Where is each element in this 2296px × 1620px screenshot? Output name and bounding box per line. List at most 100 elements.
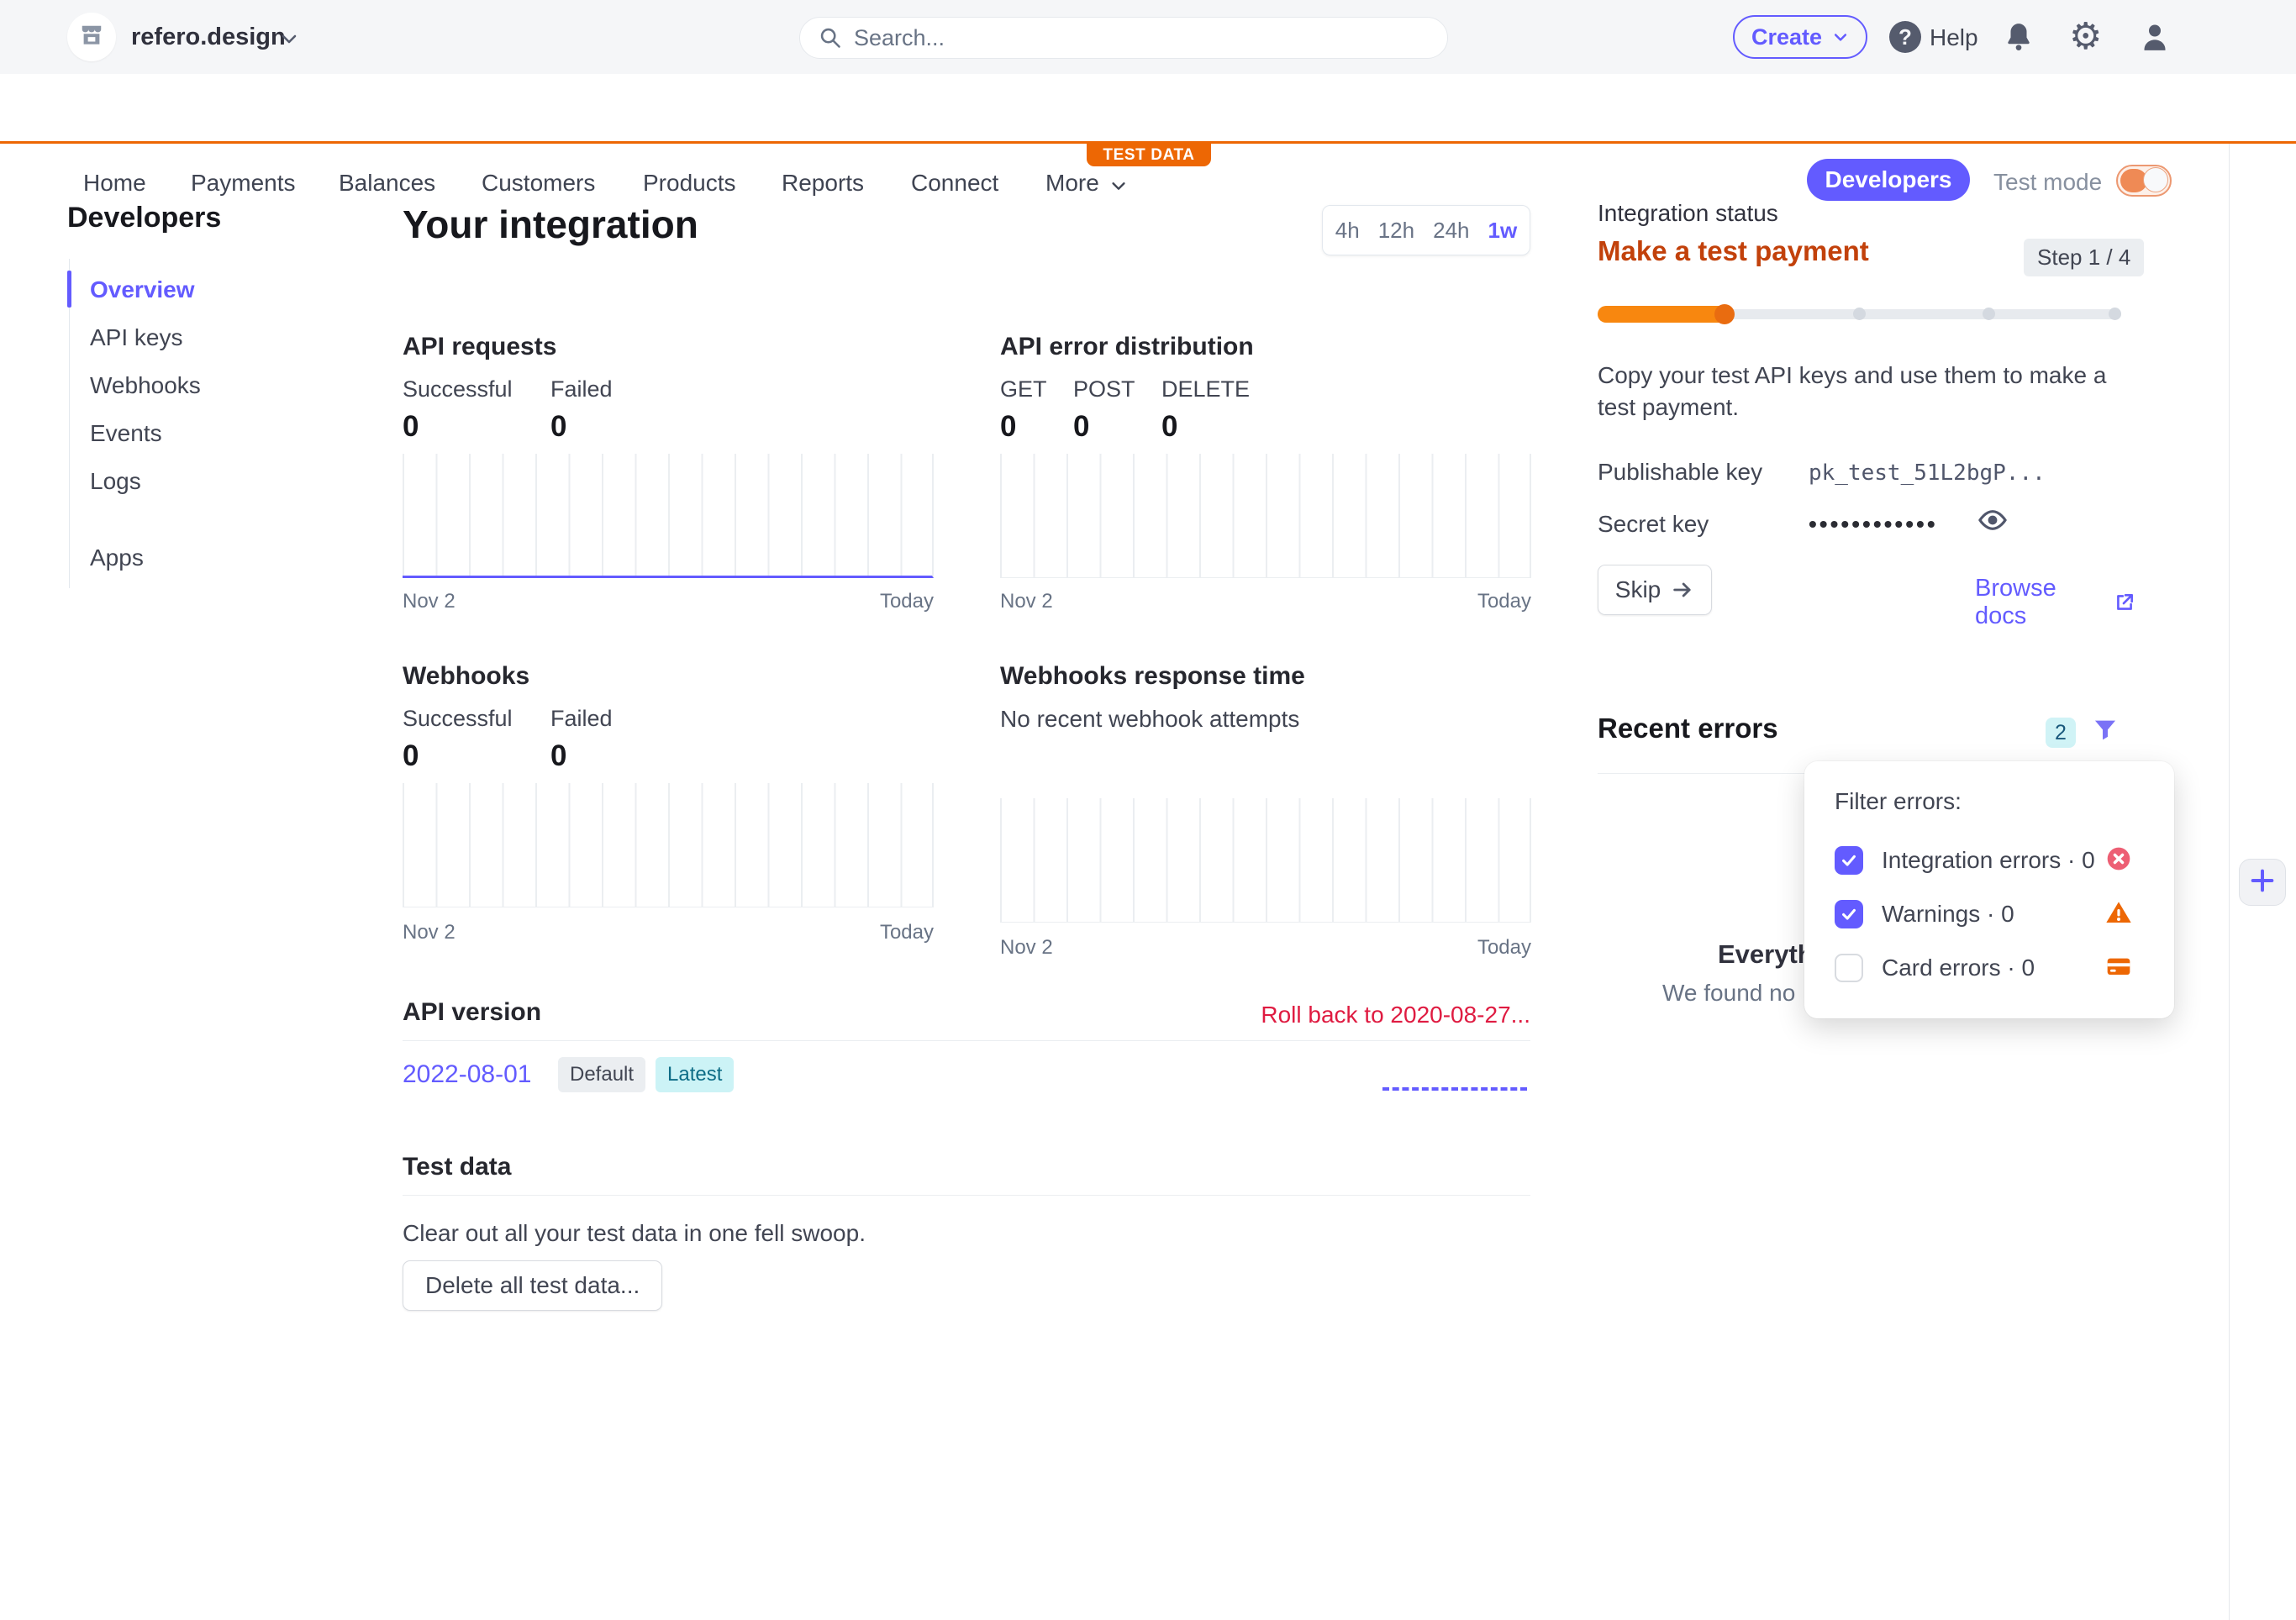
range-12h[interactable]: 12h [1378, 218, 1414, 244]
nav-item-balances[interactable]: Balances [339, 170, 435, 197]
account-name[interactable]: refero.design [131, 24, 286, 51]
create-button[interactable]: Create [1733, 15, 1867, 59]
chart-end-date: Today [1477, 590, 1531, 613]
secret-key-label: Secret key [1598, 511, 1709, 538]
metric-label: DELETE [1161, 376, 1250, 402]
browse-docs-link[interactable]: Browse docs [1975, 575, 2135, 630]
chevron-down-icon[interactable] [1109, 176, 1128, 199]
delete-test-data-label: Delete all test data... [425, 1272, 640, 1299]
filter-label: Warnings · 0 [1882, 901, 2014, 928]
integration-status-subtitle: Make a test payment [1598, 235, 1869, 267]
warning-triangle-icon [2105, 899, 2132, 930]
checkbox-checked[interactable] [1835, 846, 1863, 875]
progress-marker [2109, 308, 2121, 320]
checkbox-unchecked[interactable] [1835, 954, 1863, 982]
sidebar-item-logs[interactable]: Logs [70, 457, 339, 505]
metric-value: 0 [1073, 410, 1089, 444]
account-switcher[interactable] [67, 13, 116, 61]
storefront-icon [79, 23, 104, 52]
page-title: Your integration [403, 202, 698, 247]
sidebar-item-overview[interactable]: Overview [70, 266, 339, 313]
webhooks-response-chart [1000, 798, 1531, 923]
reveal-eye-icon[interactable] [1977, 504, 2009, 540]
range-4h[interactable]: 4h [1335, 218, 1360, 244]
default-badge: Default [558, 1057, 645, 1092]
range-24h[interactable]: 24h [1433, 218, 1469, 244]
metric-label: Failed [550, 376, 613, 402]
chart-start-date: Nov 2 [403, 921, 456, 944]
api-requests-chart [403, 454, 934, 578]
test-data-description: Clear out all your test data in one fell… [403, 1220, 866, 1247]
chart-end-date: Today [880, 590, 934, 613]
integration-status-title: Integration status [1598, 200, 1778, 227]
filter-errors-popup: Filter errors: Integration errors · 0 Wa… [1804, 761, 2174, 1018]
recent-errors-count-badge: 2 [2046, 718, 2076, 748]
skip-button[interactable]: Skip [1598, 565, 1712, 615]
range-1w[interactable]: 1w [1488, 218, 1518, 244]
chart-start-date: Nov 2 [1000, 590, 1053, 613]
metric-label: GET [1000, 376, 1047, 402]
filter-funnel-icon[interactable] [2091, 716, 2120, 749]
nav-item-home[interactable]: Home [83, 170, 146, 197]
api-errors-chart [1000, 454, 1531, 578]
help-label[interactable]: Help [1930, 24, 1978, 51]
rollback-link[interactable]: Roll back to 2020-08-27... [1261, 1002, 1530, 1028]
checkbox-checked[interactable] [1835, 900, 1863, 928]
top-bar: refero.design Search... Create ? Help ⚙ [0, 0, 2296, 74]
delete-test-data-button[interactable]: Delete all test data... [403, 1260, 662, 1311]
plus-icon [2248, 866, 2277, 899]
notifications-bell-icon[interactable] [2002, 20, 2035, 58]
section-divider [403, 1195, 1530, 1196]
create-label: Create [1751, 24, 1822, 50]
chart-title-webhooks: Webhooks [403, 662, 529, 691]
test-mode-toggle[interactable] [2116, 165, 2172, 197]
stripe-dashboard: refero.design Search... Create ? Help ⚙ … [0, 0, 2296, 1620]
search-input[interactable]: Search... [799, 17, 1448, 59]
chart-start-date: Nov 2 [1000, 936, 1053, 960]
nav-item-more[interactable]: More [1045, 170, 1099, 197]
nav-item-customers[interactable]: Customers [482, 170, 595, 197]
filter-row-warnings[interactable]: Warnings · 0 [1835, 897, 2144, 931]
sidebar-gap [70, 505, 339, 534]
test-data-title: Test data [403, 1153, 511, 1181]
publishable-key-label: Publishable key [1598, 459, 1762, 486]
filter-row-card-errors[interactable]: Card errors · 0 [1835, 951, 2144, 985]
chart-title-api-requests: API requests [403, 333, 556, 361]
metric-label: POST [1073, 376, 1135, 402]
api-version-link[interactable]: 2022-08-01 [403, 1060, 531, 1089]
settings-gear-icon[interactable]: ⚙ [2069, 18, 2102, 55]
sidebar-item-apps[interactable]: Apps [70, 534, 339, 581]
sidebar-nav: Overview API keys Webhooks Events Logs A… [69, 259, 339, 588]
dashed-placeholder-line [1382, 1087, 1527, 1091]
chart-end-date: Today [880, 921, 934, 944]
progress-marker [1853, 308, 1866, 320]
chevron-down-icon[interactable] [279, 29, 299, 53]
add-panel-button[interactable] [2239, 859, 2286, 906]
sidebar-item-webhooks[interactable]: Webhooks [70, 361, 339, 409]
progress-fill [1598, 306, 1734, 323]
sidebar-item-events[interactable]: Events [70, 409, 339, 457]
nav-item-reports[interactable]: Reports [782, 170, 864, 197]
step-chip: Step 1 / 4 [2024, 239, 2144, 276]
profile-avatar-icon[interactable] [2138, 20, 2172, 58]
webhooks-chart [403, 783, 934, 907]
skip-label: Skip [1615, 576, 1661, 603]
filter-row-integration-errors[interactable]: Integration errors · 0 [1835, 844, 2144, 877]
filter-label: Card errors · 0 [1882, 955, 2035, 981]
metric-value: 0 [550, 410, 566, 444]
publishable-key-value[interactable]: pk_test_51L2bgP... [1809, 460, 2046, 486]
progress-marker [1983, 308, 1995, 320]
nav-item-products[interactable]: Products [643, 170, 736, 197]
nav-item-connect[interactable]: Connect [911, 170, 998, 197]
filter-popup-title: Filter errors: [1835, 788, 1962, 815]
metric-label: Successful [403, 706, 513, 732]
developers-pill-button[interactable]: Developers [1807, 159, 1970, 201]
metric-label: Successful [403, 376, 513, 402]
errors-empty-description: We found no [1662, 980, 1795, 1007]
section-divider [403, 1040, 1530, 1041]
external-link-icon [2114, 592, 2135, 613]
nav-item-payments[interactable]: Payments [191, 170, 296, 197]
search-icon [819, 26, 842, 50]
help-icon[interactable]: ? [1889, 21, 1921, 53]
sidebar-item-api-keys[interactable]: API keys [70, 313, 339, 361]
